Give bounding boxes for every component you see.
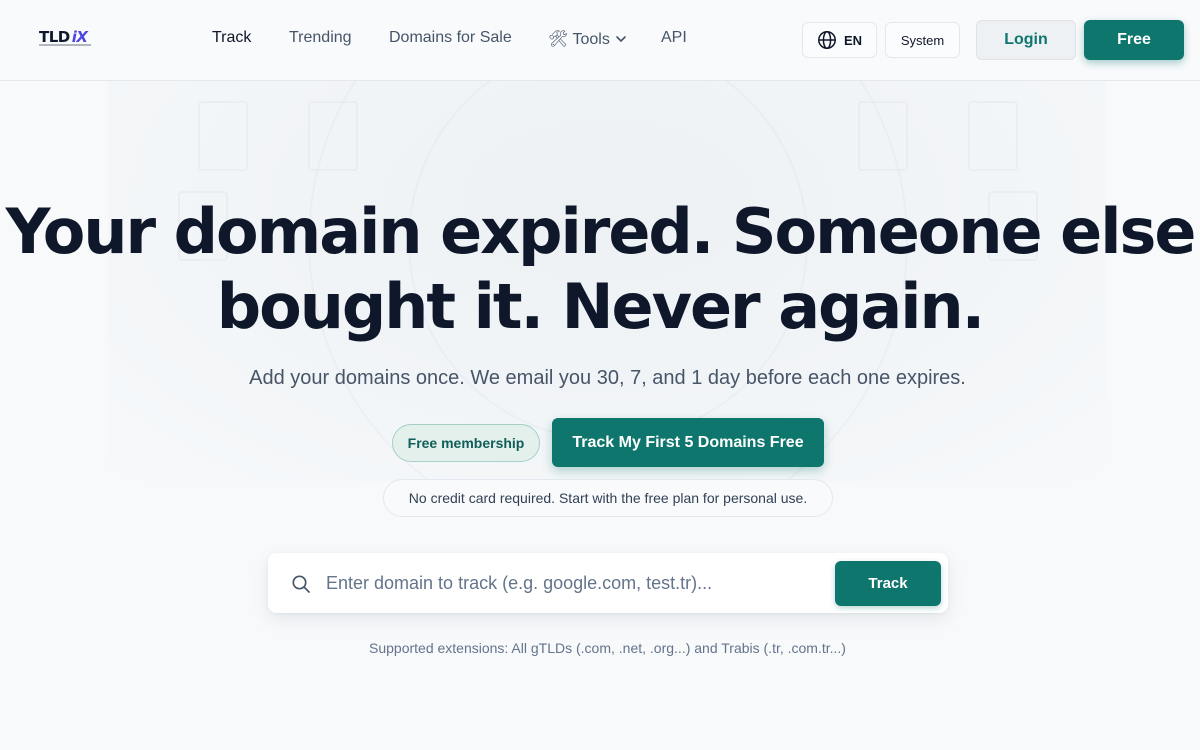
- nav-item-domains-for-sale[interactable]: Domains for Sale: [389, 29, 512, 47]
- theme-button[interactable]: System: [885, 22, 960, 58]
- domain-search-bar: Track: [268, 553, 948, 613]
- nav-item-tools[interactable]: 🛠 Tools: [548, 29, 628, 49]
- login-button[interactable]: Login: [976, 20, 1076, 60]
- language-label: EN: [843, 32, 863, 48]
- nav-item-track[interactable]: Track: [212, 29, 251, 47]
- hero-headline-line1: Your domain expired. Someone else: [5, 195, 1197, 268]
- nav-item-tools-label: 🛠 Tools: [548, 31, 610, 48]
- domain-search-input[interactable]: [326, 558, 826, 608]
- language-button[interactable]: EN: [802, 22, 877, 58]
- background-server-rack: [858, 101, 908, 171]
- logo[interactable]: TLD iX: [39, 28, 95, 50]
- hero-headline: Your domain expired. Someone else bought…: [0, 194, 1200, 344]
- logo-tagline-line: [39, 44, 91, 46]
- chevron-down-icon: [616, 36, 626, 42]
- no-credit-card-note: No credit card required. Start with the …: [383, 479, 833, 517]
- free-membership-badge: Free membership: [392, 424, 540, 462]
- globe-icon: [818, 31, 836, 49]
- background-server-rack: [968, 101, 1018, 171]
- hero-subheading: Add your domains once. We email you 30, …: [249, 367, 966, 389]
- nav-item-trending[interactable]: Trending: [289, 29, 352, 47]
- free-signup-button[interactable]: Free: [1084, 20, 1184, 60]
- search-icon: [292, 575, 310, 593]
- hero-headline-line2: bought it. Never again.: [216, 270, 985, 343]
- background-server-rack: [198, 101, 248, 171]
- track-button[interactable]: Track: [835, 561, 941, 606]
- supported-extensions-text: Supported extensions: All gTLDs (.com, .…: [369, 640, 846, 656]
- site-header: TLD iX Track Trending Domains for Sale 🛠 …: [0, 0, 1200, 81]
- nav-item-api[interactable]: API: [661, 29, 687, 47]
- background-server-rack: [308, 101, 358, 171]
- track-free-cta-button[interactable]: Track My First 5 Domains Free: [552, 418, 824, 467]
